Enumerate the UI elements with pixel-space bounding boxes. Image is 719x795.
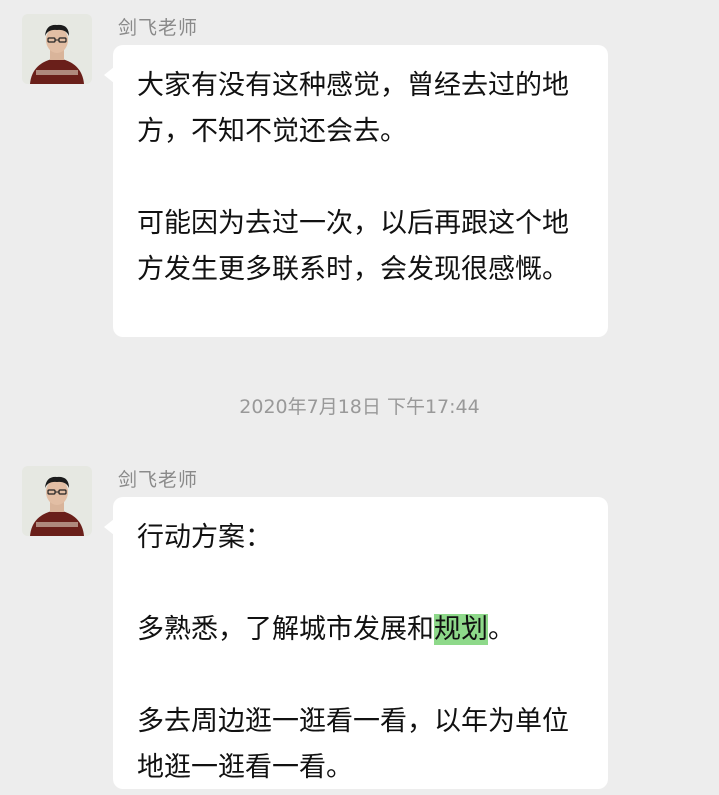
sender-name: 剑飞老师 — [118, 469, 199, 491]
sender-name: 剑飞老师 — [118, 17, 199, 39]
message-bubble[interactable]: 行动方案： 多熟悉，了解城市发展和规划。 多去周边逛一逛看一看，以年为单位地逛一… — [104, 497, 608, 789]
message-text: 可能因为去过一次，以后再跟这个地方发生更多联系时，会发现很感慨。 — [137, 208, 569, 285]
avatar-photo — [22, 14, 92, 84]
message-text: 大家有没有这种感觉，曾经去过的地方，不知不觉还会去。 — [137, 70, 569, 147]
highlighted-keyword[interactable]: 规划 — [434, 614, 488, 645]
timestamp: 2020年7月18日 下午17:44 — [239, 396, 480, 418]
message-text: 多去周边逛一逛看一看，以年为单位地逛一逛看一看。 — [137, 706, 569, 783]
avatar[interactable] — [22, 14, 92, 84]
message-text: 行动方案： — [137, 522, 272, 553]
message-text: 多熟悉，了解城市发展和规划。 — [137, 607, 586, 653]
message-bubble[interactable]: 大家有没有这种感觉，曾经去过的地方，不知不觉还会去。 可能因为去过一次，以后再跟… — [104, 45, 608, 337]
avatar-photo — [22, 466, 92, 536]
avatar[interactable] — [22, 466, 92, 536]
message-text-segment: 多熟悉，了解城市发展和 — [137, 614, 434, 645]
message-text-segment: 。 — [488, 614, 515, 645]
